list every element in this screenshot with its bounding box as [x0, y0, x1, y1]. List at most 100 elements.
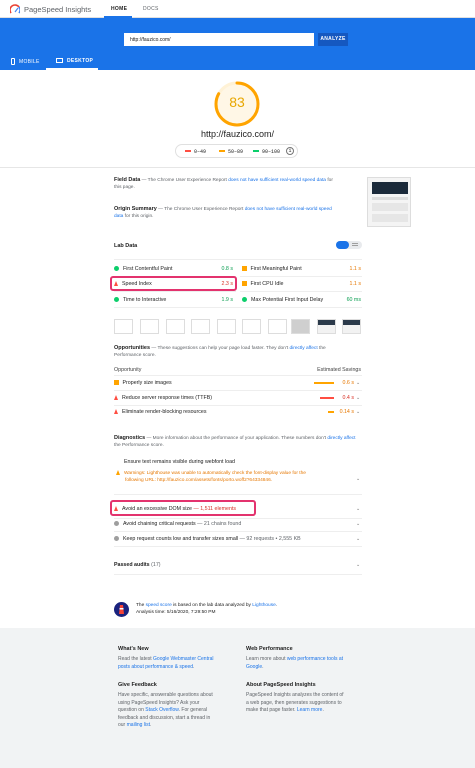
url-input[interactable]: [124, 33, 314, 46]
view-toggle[interactable]: [336, 241, 362, 249]
good-icon: [242, 297, 247, 303]
warning-line-1: Warnings: Lighthouse was unable to autom…: [124, 471, 306, 476]
about-title: About PageSpeed Insights: [246, 682, 316, 688]
web-perf-tools-link[interactable]: web performance tools at: [287, 656, 343, 662]
chevron-down-icon[interactable]: ⌄: [356, 409, 360, 415]
metric-value: 1.1 s: [349, 266, 361, 272]
diagnostics-desc-link[interactable]: directly affect: [327, 436, 355, 441]
diagnostics-desc-post: the Performance score.: [114, 443, 164, 448]
give-feedback-text: Have specific, answerable questions abou…: [118, 692, 243, 730]
mailing-list-link[interactable]: mailing list: [127, 722, 150, 728]
webfont-warning: Warnings: Lighthouse was unable to autom…: [116, 470, 356, 484]
legend-good: 90–100: [253, 149, 280, 155]
learn-more-link[interactable]: Learn more: [297, 707, 323, 713]
average-icon: [242, 281, 247, 286]
about-line: a web page, then generates suggestions t…: [246, 699, 342, 706]
legend-poor: 0–49: [185, 149, 206, 155]
feedback-ml-post: .: [149, 722, 152, 728]
lighthouse-link[interactable]: Lighthouse: [252, 603, 275, 608]
field-data-link[interactable]: does not have sufficient real-world spee…: [228, 178, 326, 183]
toggle-grid-icon[interactable]: [336, 241, 349, 249]
analysis-line1-pre: The: [136, 603, 146, 608]
lighthouse-logo-icon: [114, 602, 129, 617]
google-link[interactable]: Google: [246, 664, 262, 670]
origin-summary-block: Origin Summary — The Chrome User Experie…: [114, 206, 339, 220]
diagnostics-block: Diagnostics — More information about the…: [114, 435, 362, 449]
origin-summary-text-post: for this origin.: [123, 214, 154, 219]
tab-desktop-label: DESKTOP: [67, 58, 94, 64]
chevron-down-icon[interactable]: ⌄: [356, 476, 360, 482]
chevron-down-icon[interactable]: ⌄: [356, 395, 360, 401]
chevron-down-icon[interactable]: ⌄: [356, 536, 360, 542]
analyzed-url: http://fauzico.com/: [200, 129, 275, 139]
chevron-down-icon[interactable]: ⌄: [356, 562, 360, 568]
speed-index-highlight: [110, 276, 237, 291]
legend-poor-icon: [185, 150, 191, 153]
legend-good-label: 90–100: [262, 148, 281, 155]
divider: [114, 494, 362, 495]
good-icon: [114, 297, 119, 303]
legend-good-icon: [253, 150, 259, 153]
lab-data-title: Lab Data: [114, 243, 138, 249]
stack-overflow-link[interactable]: Stack Overflow: [145, 707, 178, 713]
about-text: PageSpeed Insights analyzes the content …: [246, 692, 371, 715]
analyze-button[interactable]: ANALYZE: [318, 33, 348, 46]
metric-first-meaningful-paint: First Meaningful Paint: [242, 266, 302, 272]
opportunities-desc-link[interactable]: directly affect: [289, 346, 317, 351]
performance-posts-link[interactable]: posts about performance & speed: [118, 664, 193, 670]
divider: [114, 291, 236, 292]
poor-icon: [114, 409, 118, 415]
feedback-so-post: . For general: [178, 707, 207, 713]
opportunities-block: Opportunities — These suggestions can he…: [114, 345, 354, 359]
filmstrip-frame: [140, 319, 159, 334]
tab-home[interactable]: HOME: [111, 6, 127, 12]
web-perf-pre: Learn more about: [246, 656, 287, 662]
feedback-line: our: [118, 722, 127, 728]
opportunity-item[interactable]: Properly size images: [114, 380, 172, 386]
diagnostic-item-critical-chains[interactable]: Avoid chaining critical requests — 21 ch…: [114, 521, 241, 527]
poor-icon: [114, 395, 118, 401]
metric-time-to-interactive: Time to Interactive: [114, 297, 166, 303]
analysis-line1-post: .: [275, 603, 278, 608]
filmstrip-frame: [291, 319, 310, 334]
metric-first-cpu-idle: First CPU Idle: [242, 281, 283, 287]
whats-new-title: What's New: [118, 646, 149, 652]
filmstrip-frame: [342, 319, 361, 334]
metric-label: First Contentful Paint: [123, 266, 173, 272]
whats-new-pre: Read the latest: [118, 656, 154, 662]
dom-size-highlight: [110, 500, 256, 516]
opportunity-item[interactable]: Eliminate render-blocking resources: [114, 409, 207, 415]
chevron-down-icon[interactable]: ⌄: [356, 521, 360, 527]
webmaster-central-link[interactable]: Google Webmaster Central: [153, 656, 214, 662]
about-line: PageSpeed Insights analyzes the content …: [246, 692, 344, 698]
tab-docs[interactable]: DOCS: [143, 6, 159, 12]
speed-score-link[interactable]: speed score: [146, 603, 172, 608]
info-icon[interactable]: i: [286, 147, 294, 155]
diagnostics-title: Diagnostics: [114, 435, 146, 441]
origin-summary-title: Origin Summary: [114, 206, 157, 212]
divider: [114, 405, 362, 406]
toggle-list-icon[interactable]: [352, 243, 358, 244]
webfont-audit-title[interactable]: Ensure text remains visible during webfo…: [124, 459, 235, 465]
score-legend: 0–49 50–89 90–100 i: [175, 144, 298, 158]
filmstrip-frame: [114, 319, 133, 334]
divider: [114, 390, 362, 391]
opportunity-savings: 0.6 s: [342, 380, 354, 386]
filmstrip-frame: [317, 319, 336, 334]
savings-bar: [313, 382, 334, 384]
tab-mobile[interactable]: MOBILE: [11, 58, 40, 70]
chevron-down-icon[interactable]: ⌄: [356, 506, 360, 512]
analysis-note: The speed score is based on the lab data…: [136, 602, 366, 616]
opportunities-desc-pre: — These suggestions can help your page l…: [151, 346, 290, 351]
warning-line-2: following URL: http://fauzico.com/assets…: [125, 478, 273, 483]
performance-score: 83: [229, 94, 245, 110]
origin-summary-text-pre: — The Chrome User Experience Report: [158, 207, 245, 212]
opportunity-item[interactable]: Reduce server response times (TTFB): [114, 395, 212, 401]
chevron-down-icon[interactable]: ⌄: [356, 380, 360, 386]
diagnostic-item-request-counts[interactable]: Keep request counts low and transfer siz…: [114, 536, 301, 542]
diagnostic-detail: — 21 chains found: [197, 521, 242, 527]
opportunity-savings: 0.4 s: [342, 395, 354, 401]
passed-audits-toggle[interactable]: Passed audits (17): [114, 562, 161, 568]
opportunity-label: Eliminate render-blocking resources: [122, 409, 207, 415]
info-circle-icon: [114, 521, 119, 527]
